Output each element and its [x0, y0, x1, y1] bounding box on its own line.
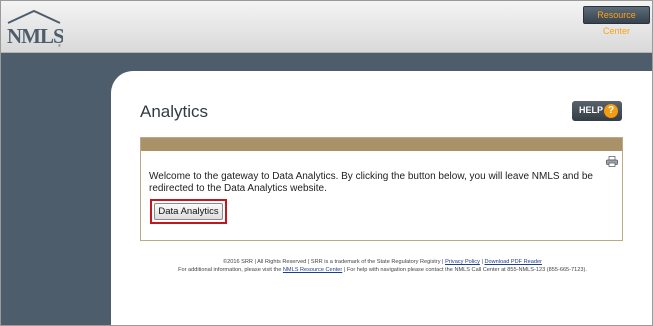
sidebar — [1, 53, 111, 325]
copyright-text: ©2016 SRR | All Rights Reserved | SRR is… — [222, 259, 444, 265]
footer-info-suffix: | For help with navigation please contac… — [343, 267, 587, 273]
data-analytics-highlight: Data Analytics — [150, 199, 227, 224]
nmls-logo[interactable]: NMLS ® — [5, 9, 63, 49]
footer: ©2016 SRR | All Rights Reserved | SRR is… — [111, 258, 652, 274]
download-pdf-reader-link[interactable]: Download PDF Reader — [484, 259, 542, 265]
privacy-policy-link[interactable]: Privacy Policy — [445, 259, 480, 265]
footer-separator: | — [481, 259, 483, 265]
footer-line-2: For additional information, please visit… — [111, 266, 652, 274]
top-bar: NMLS ® Resource Center — [1, 1, 652, 53]
resource-center-button[interactable]: Resource Center — [583, 6, 650, 36]
question-icon: ? — [604, 104, 618, 118]
panel-header — [141, 138, 622, 151]
welcome-text: Welcome to the gateway to Data Analytics… — [149, 171, 593, 194]
help-button[interactable]: HELP ? — [572, 101, 622, 121]
footer-info-prefix: For additional information, please visit… — [178, 267, 282, 273]
analytics-panel: Welcome to the gateway to Data Analytics… — [140, 137, 623, 241]
nmls-resource-center-link[interactable]: NMLS Resource Center — [283, 267, 342, 273]
print-icon[interactable] — [606, 154, 618, 167]
main-content: Analytics HELP ? Welcome to the gateway … — [111, 71, 652, 325]
footer-line-1: ©2016 SRR | All Rights Reserved | SRR is… — [111, 258, 652, 266]
help-label: HELP — [579, 105, 604, 115]
svg-text:®: ® — [58, 43, 61, 48]
page-title: Analytics — [140, 102, 209, 121]
app-window: NMLS ® Resource Center Analytics HELP ? … — [0, 0, 653, 326]
data-analytics-button[interactable]: Data Analytics — [154, 203, 223, 220]
logo-text: NMLS — [7, 24, 63, 48]
